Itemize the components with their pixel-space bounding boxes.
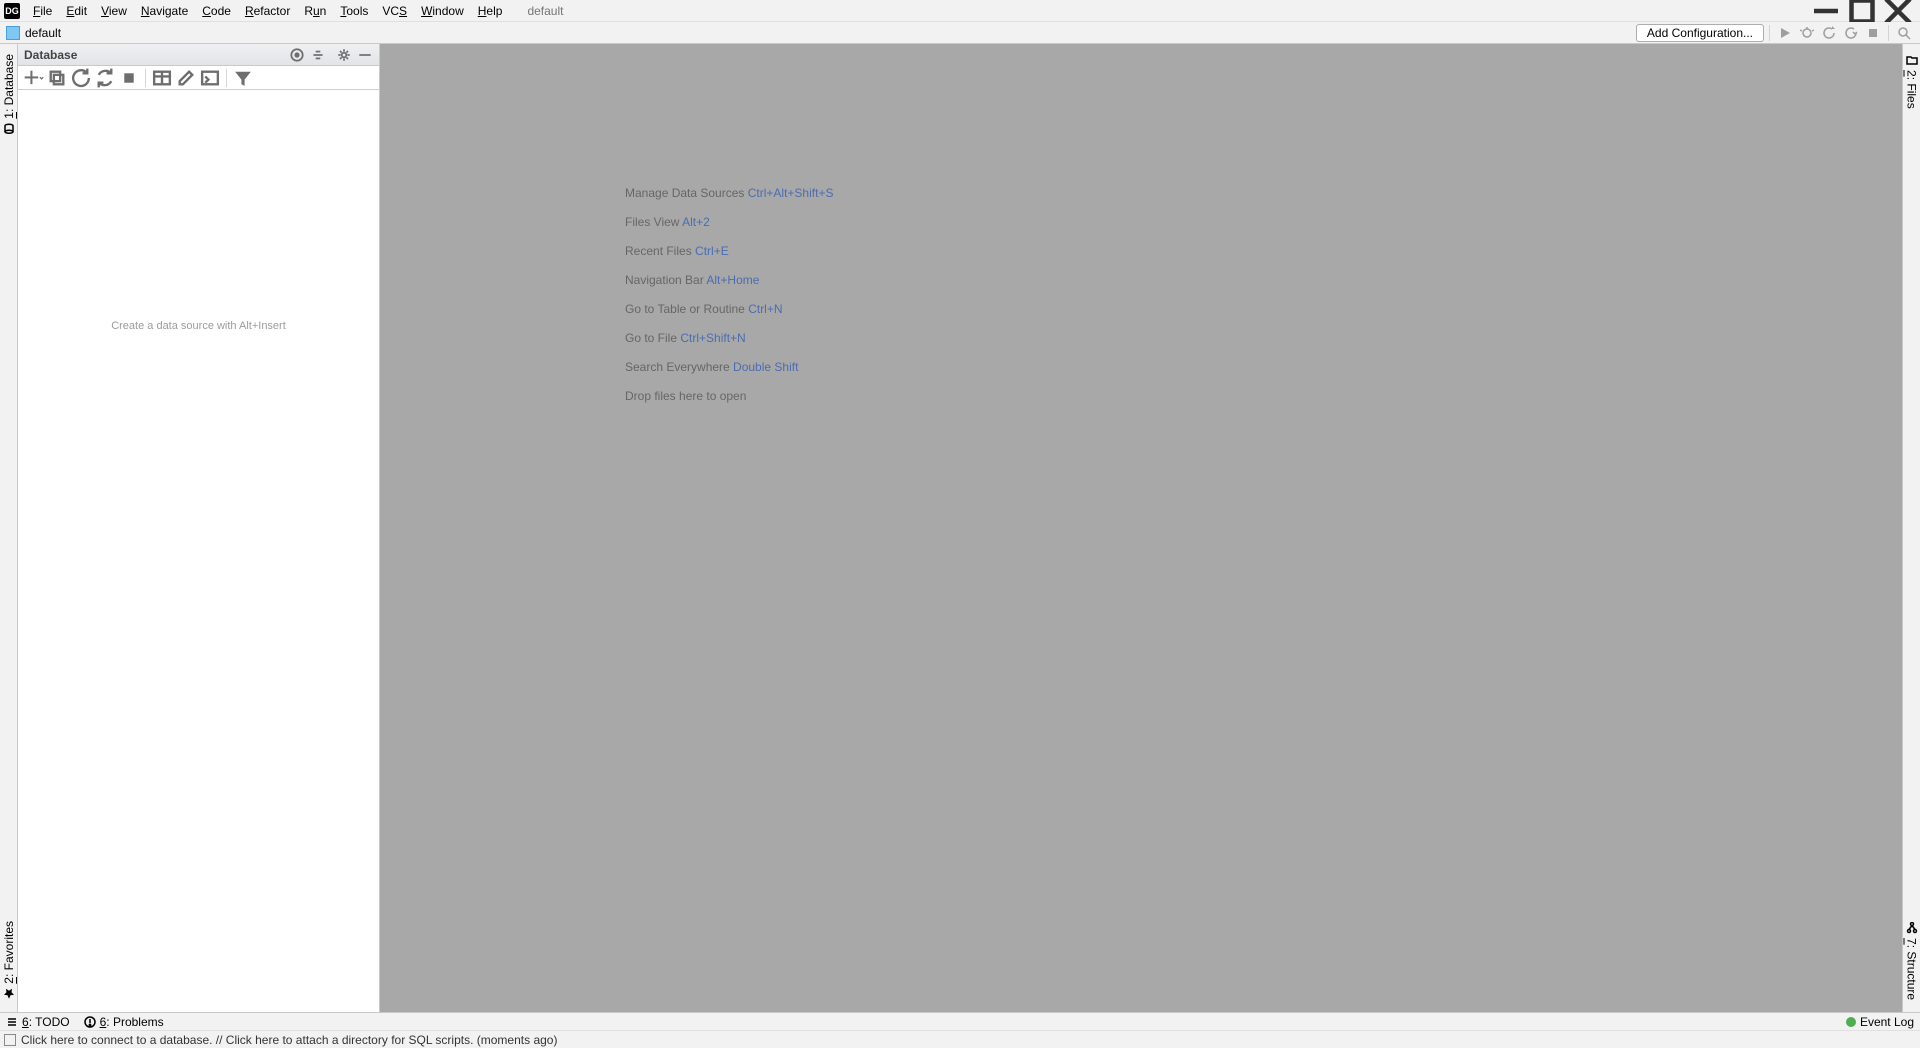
menu-tools[interactable]: Tools [333,2,375,20]
target-icon[interactable] [289,47,305,63]
database-tool-tab[interactable]: 1: Database [1,48,17,141]
menu-edit[interactable]: Edit [59,2,94,20]
menu-navigate[interactable]: Navigate [134,2,195,20]
table-icon[interactable] [151,67,173,89]
window-title: default [527,4,563,18]
star-icon [3,988,15,1000]
hint-drop-files: Drop files here to open [625,387,833,404]
app-icon: DG [4,3,20,19]
console-icon[interactable] [199,67,221,89]
problems-tab[interactable]: 6: Problems [84,1015,164,1029]
duplicate-icon[interactable] [46,67,68,89]
files-tool-tab[interactable]: 2: Files [1904,48,1920,115]
run-with-coverage-icon[interactable] [1841,23,1861,43]
menu-window[interactable]: Window [414,2,471,20]
stop-icon[interactable] [1863,23,1883,43]
toolbar-separator [1769,25,1770,41]
menu-bar: DG File Edit View Navigate Code Refactor… [0,0,1920,22]
stop-icon[interactable] [118,67,140,89]
database-panel: Database Create a data source with Alt [18,44,380,1012]
maximize-button[interactable] [1844,1,1880,21]
database-toolbar [18,66,379,90]
hint-go-to-file: Go to File Ctrl+Shift+N [625,329,833,346]
database-tree[interactable]: Create a data source with Alt+Insert [18,90,379,1012]
editor-area[interactable]: Manage Data Sources Ctrl+Alt+Shift+S Fil… [380,44,1902,1012]
minimize-button[interactable] [1808,1,1844,21]
window-controls [1808,1,1916,21]
hint-manage-data-sources: Manage Data Sources Ctrl+Alt+Shift+S [625,184,833,201]
status-bar: Click here to connect to a database. // … [0,1030,1920,1048]
hint-files-view: Files View Alt+2 [625,213,833,230]
database-panel-header: Database [18,44,379,66]
right-tool-gutter: 2: Files 7: Structure [1902,44,1920,1012]
event-log-indicator-icon [1846,1017,1856,1027]
close-button[interactable] [1880,1,1916,21]
menu-file[interactable]: File [26,2,59,20]
bottom-tool-bar: 6: TODO 6: Problems Event Log [0,1012,1920,1030]
sync-icon[interactable] [94,67,116,89]
database-icon [3,123,15,135]
project-icon [6,26,20,40]
list-icon [6,1016,18,1028]
debug-icon[interactable] [1797,23,1817,43]
hide-panel-icon[interactable] [357,47,373,63]
structure-tool-tab[interactable]: 7: Structure [1904,916,1920,1006]
separator [145,69,146,87]
separator [226,69,227,87]
hint-go-to-table: Go to Table or Routine Ctrl+N [625,300,833,317]
filter-icon[interactable] [232,67,254,89]
rerun-icon[interactable] [1819,23,1839,43]
hint-navigation-bar: Navigation Bar Alt+Home [625,271,833,288]
status-icon[interactable] [4,1034,16,1046]
toolbar-separator [1888,25,1889,41]
menu-vcs[interactable]: VCS [375,2,414,20]
todo-tab[interactable]: 6: TODO [6,1015,70,1029]
add-configuration-button[interactable]: Add Configuration... [1636,24,1764,42]
warning-icon [84,1016,96,1028]
run-icon[interactable] [1775,23,1795,43]
hint-search-everywhere: Search Everywhere Double Shift [625,358,833,375]
folder-icon [1906,54,1918,66]
left-tool-gutter: 1: Database 2: Favorites [0,44,18,1012]
breadcrumb[interactable]: default [25,26,61,40]
database-placeholder: Create a data source with Alt+Insert [111,320,286,332]
navigation-bar: default Add Configuration... [0,22,1920,44]
hint-recent-files: Recent Files Ctrl+E [625,242,833,259]
menu-run[interactable]: Run [297,2,333,20]
event-log-tab[interactable]: Event Log [1846,1015,1914,1029]
add-icon[interactable] [22,67,44,89]
edit-icon[interactable] [175,67,197,89]
menu-help[interactable]: Help [471,2,510,20]
refresh-icon[interactable] [70,67,92,89]
collapse-all-icon[interactable] [310,47,326,63]
menu-refactor[interactable]: Refactor [238,2,297,20]
structure-icon [1906,922,1918,934]
search-everywhere-icon[interactable] [1894,23,1914,43]
favorites-tool-tab[interactable]: 2: Favorites [1,915,17,1006]
status-message[interactable]: Click here to connect to a database. // … [21,1033,557,1047]
menu-view[interactable]: View [94,2,134,20]
menu-code[interactable]: Code [195,2,238,20]
main-area: 1: Database 2: Favorites Database [0,44,1920,1012]
database-panel-title: Database [24,48,77,62]
welcome-hints: Manage Data Sources Ctrl+Alt+Shift+S Fil… [625,184,833,404]
settings-icon[interactable] [336,47,352,63]
